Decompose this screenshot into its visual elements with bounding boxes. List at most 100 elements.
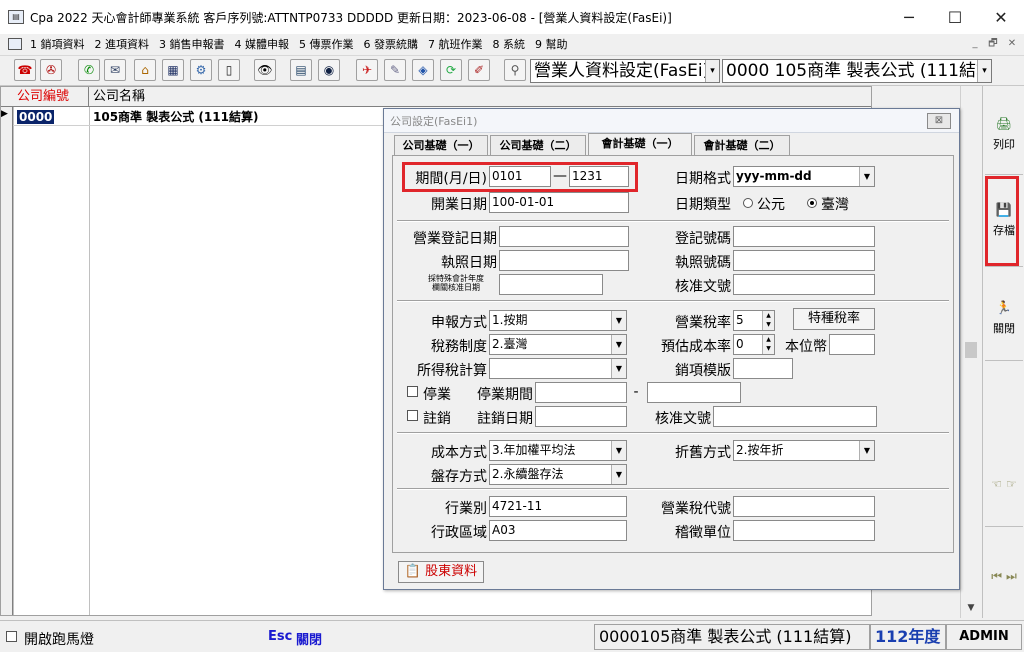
cell-company-id[interactable]: 0000 (17, 110, 55, 124)
suspend-to-field[interactable] (647, 382, 741, 403)
pen-icon[interactable]: ✐ (468, 59, 490, 81)
esc-close-label[interactable]: 關閉 (296, 629, 322, 648)
tax-code-field[interactable] (733, 496, 875, 517)
scroll-thumb[interactable] (965, 342, 977, 358)
column-header-company-name[interactable]: 公司名稱 (89, 87, 871, 107)
minimize-button[interactable]: ─ (886, 0, 932, 34)
cancel-date-field[interactable] (535, 406, 627, 427)
mdi-close-button[interactable]: ✕ (1003, 36, 1021, 52)
menu-flights[interactable]: 7 航班作業 (428, 36, 483, 52)
menu-sales-report[interactable]: 3 銷售申報書 (159, 36, 225, 52)
license-date-field[interactable] (499, 250, 629, 271)
shareholders-button[interactable]: 📋 股東資料 (398, 561, 484, 583)
license-no-field[interactable] (733, 250, 875, 271)
mdi-child-icon[interactable] (8, 38, 22, 50)
income-tax-select[interactable]: ▼ (489, 358, 627, 379)
plane-icon[interactable]: ✈ (356, 59, 378, 81)
chevron-down-icon[interactable]: ▼ (611, 311, 626, 330)
hand-prev-icon[interactable]: ☜ (991, 477, 1002, 491)
edit-icon[interactable]: ✎ (384, 59, 406, 81)
company-selector[interactable]: 0000 105商準 製表公式 (111結算 ▾ (722, 59, 992, 83)
tax-office-field[interactable] (733, 520, 875, 541)
cancel-checkbox[interactable] (407, 410, 418, 421)
chevron-down-icon[interactable]: ▼ (611, 441, 626, 460)
suspend-checkbox[interactable] (407, 386, 418, 397)
special-fy-field[interactable] (499, 274, 603, 295)
start-date-field[interactable]: 100-01-01 (489, 192, 629, 213)
inventory-select[interactable]: 2.永續盤存法 ▼ (489, 464, 627, 485)
date-format-select[interactable]: yyy-mm-dd ▼ (733, 166, 875, 187)
table-row[interactable]: 0000 (14, 109, 55, 125)
vertical-scrollbar[interactable]: ▼ (960, 86, 980, 618)
menu-help[interactable]: 9 幫助 (535, 36, 568, 52)
menu-system[interactable]: 8 系統 (493, 36, 526, 52)
close-window-button[interactable]: ✕ (978, 0, 1024, 34)
tax-rate-stepper[interactable]: 5 ▲ ▼ (733, 310, 775, 331)
special-tax-rate-button[interactable]: 特種稅率 (793, 308, 875, 330)
diamond-icon[interactable]: ◈ (412, 59, 434, 81)
menu-invoices[interactable]: 6 發票統購 (364, 36, 419, 52)
stamp-icon[interactable]: ✇ (40, 59, 62, 81)
marquee-checkbox[interactable] (6, 631, 17, 642)
mail-icon[interactable]: ✉ (104, 59, 126, 81)
refresh-icon[interactable]: ⟳ (440, 59, 462, 81)
mdi-minimize-button[interactable]: _ (966, 36, 984, 52)
cell-company-name[interactable]: 105商準 製表公式 (111結算) (90, 109, 258, 125)
lamp-icon[interactable]: ⚲ (504, 59, 526, 81)
menu-sales[interactable]: 1 銷項資料 (30, 36, 85, 52)
settings-icon[interactable]: ⚙ (190, 59, 212, 81)
tab-accounting-basic-2[interactable]: 會計基礎（二） (694, 135, 790, 155)
dialog-close-button[interactable]: ⊠ (927, 113, 951, 129)
chevron-down-icon[interactable]: ▼ (859, 441, 874, 460)
depr-method-select[interactable]: 2.按年折 ▼ (733, 440, 875, 461)
reg-no-field[interactable] (733, 226, 875, 247)
view-icon[interactable]: 👁 (254, 59, 276, 81)
monitor-icon[interactable]: ▤ (290, 59, 312, 81)
column-header-company-id[interactable]: 公司編號 (13, 87, 89, 107)
chevron-down-icon[interactable]: ▼ (611, 359, 626, 378)
spin-arrows-icon[interactable]: ▲ ▼ (762, 335, 774, 354)
menu-vouchers[interactable]: 5 傳票作業 (299, 36, 354, 52)
home-icon[interactable]: ⌂ (134, 59, 156, 81)
table-icon[interactable]: ▦ (162, 59, 184, 81)
tax-system-select[interactable]: 2.臺灣 ▼ (489, 334, 627, 355)
cancel-approval-field[interactable] (713, 406, 877, 427)
spin-arrows-icon[interactable]: ▲ ▼ (762, 311, 774, 330)
calculator-icon[interactable]: ▯ (218, 59, 240, 81)
mdi-restore-button[interactable]: 🗗 (984, 36, 1002, 52)
print-button[interactable]: 🖨 列印 (983, 102, 1024, 166)
industry-field[interactable]: 4721-11 (489, 496, 627, 517)
chevron-down-icon[interactable]: ▾ (705, 60, 719, 82)
sales-template-field[interactable] (733, 358, 793, 379)
tab-company-basic-2[interactable]: 公司基礎（二） (490, 135, 586, 155)
chevron-down-icon[interactable]: ▾ (977, 60, 991, 82)
contact-icon[interactable]: ✆ (78, 59, 100, 81)
phone-icon[interactable]: ☎ (14, 59, 36, 81)
chevron-down-icon[interactable]: ▼ (859, 167, 874, 186)
hand-next-icon[interactable]: ☞ (1006, 477, 1017, 491)
reg-date-field[interactable] (499, 226, 629, 247)
chevron-down-icon[interactable]: ▼ (611, 465, 626, 484)
scroll-down-icon[interactable]: ▼ (961, 600, 981, 616)
district-field[interactable]: A03 (489, 520, 627, 541)
tab-accounting-basic-1[interactable]: 會計基礎（一） (588, 133, 692, 155)
tab-company-basic-1[interactable]: 公司基礎（一） (394, 135, 488, 155)
close-form-button[interactable]: 🏃 關閉 (983, 286, 1024, 350)
est-cost-stepper[interactable]: 0 ▲ ▼ (733, 334, 775, 355)
filing-method-select[interactable]: 1.按期 ▼ (489, 310, 627, 331)
currency-field[interactable] (829, 334, 875, 355)
suspend-from-field[interactable] (535, 382, 627, 403)
menu-media-report[interactable]: 4 媒體申報 (235, 36, 290, 52)
globe-icon[interactable]: ◉ (318, 59, 340, 81)
form-selector[interactable]: 營業人資料設定(FasEi) ▾ (530, 59, 720, 83)
maximize-button[interactable]: ☐ (932, 0, 978, 34)
last-record-icon[interactable]: ⏭ (1006, 569, 1017, 584)
chevron-down-icon[interactable]: ▼ (611, 335, 626, 354)
cpa-app-icon[interactable]: ▤ (8, 10, 24, 24)
radio-ad[interactable] (743, 198, 753, 208)
radio-taiwan[interactable] (807, 198, 817, 208)
menu-purchases[interactable]: 2 進項資料 (95, 36, 150, 52)
first-record-icon[interactable]: ⏮ (991, 569, 1002, 584)
cost-method-select[interactable]: 3.年加權平均法 ▼ (489, 440, 627, 461)
approval-no-field[interactable] (733, 274, 875, 295)
